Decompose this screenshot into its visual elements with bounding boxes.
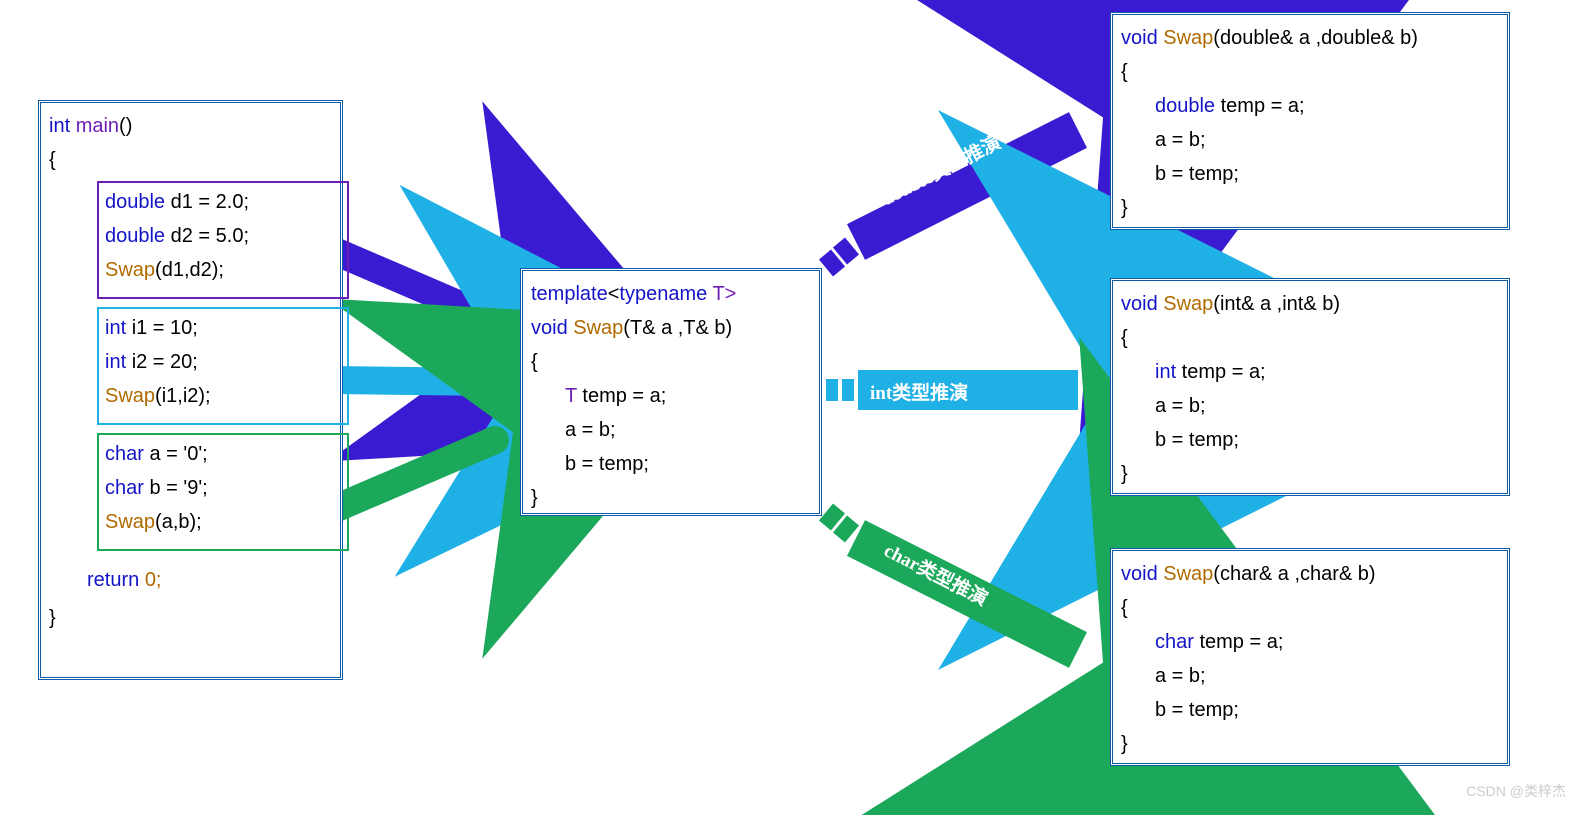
template-decl: template<typename T> bbox=[531, 277, 807, 311]
char-block: char a = '0'; char b = '9'; Swap(a,b); bbox=[97, 433, 349, 551]
label-char-deduce: char类型推演 bbox=[880, 536, 993, 611]
arrow-main-double bbox=[332, 250, 495, 320]
int-block: int i1 = 10; int i2 = 20; Swap(i1,i2); bbox=[97, 307, 349, 425]
double-block: double d1 = 2.0; double d2 = 5.0; Swap(d… bbox=[97, 181, 349, 299]
main-sig: int main() bbox=[49, 109, 328, 143]
arrow-main-char bbox=[332, 440, 495, 510]
template-box: template<typename T> void Swap(T& a ,T& … bbox=[520, 268, 822, 516]
out-double-box: void Swap(double& a ,double& b) { double… bbox=[1110, 12, 1510, 230]
main-box: int main() { double d1 = 2.0; double d2 … bbox=[38, 100, 343, 680]
label-int-deduce: int类型推演 bbox=[870, 378, 968, 405]
label-double-deduce: double类型推演 bbox=[876, 128, 1005, 211]
out-char-box: void Swap(char& a ,char& b) { char temp … bbox=[1110, 548, 1510, 766]
watermark: CSDN @类梓杰 bbox=[1466, 781, 1566, 801]
out-int-box: void Swap(int& a ,int& b) { int temp = a… bbox=[1110, 278, 1510, 496]
arrow-main-int bbox=[332, 380, 495, 382]
